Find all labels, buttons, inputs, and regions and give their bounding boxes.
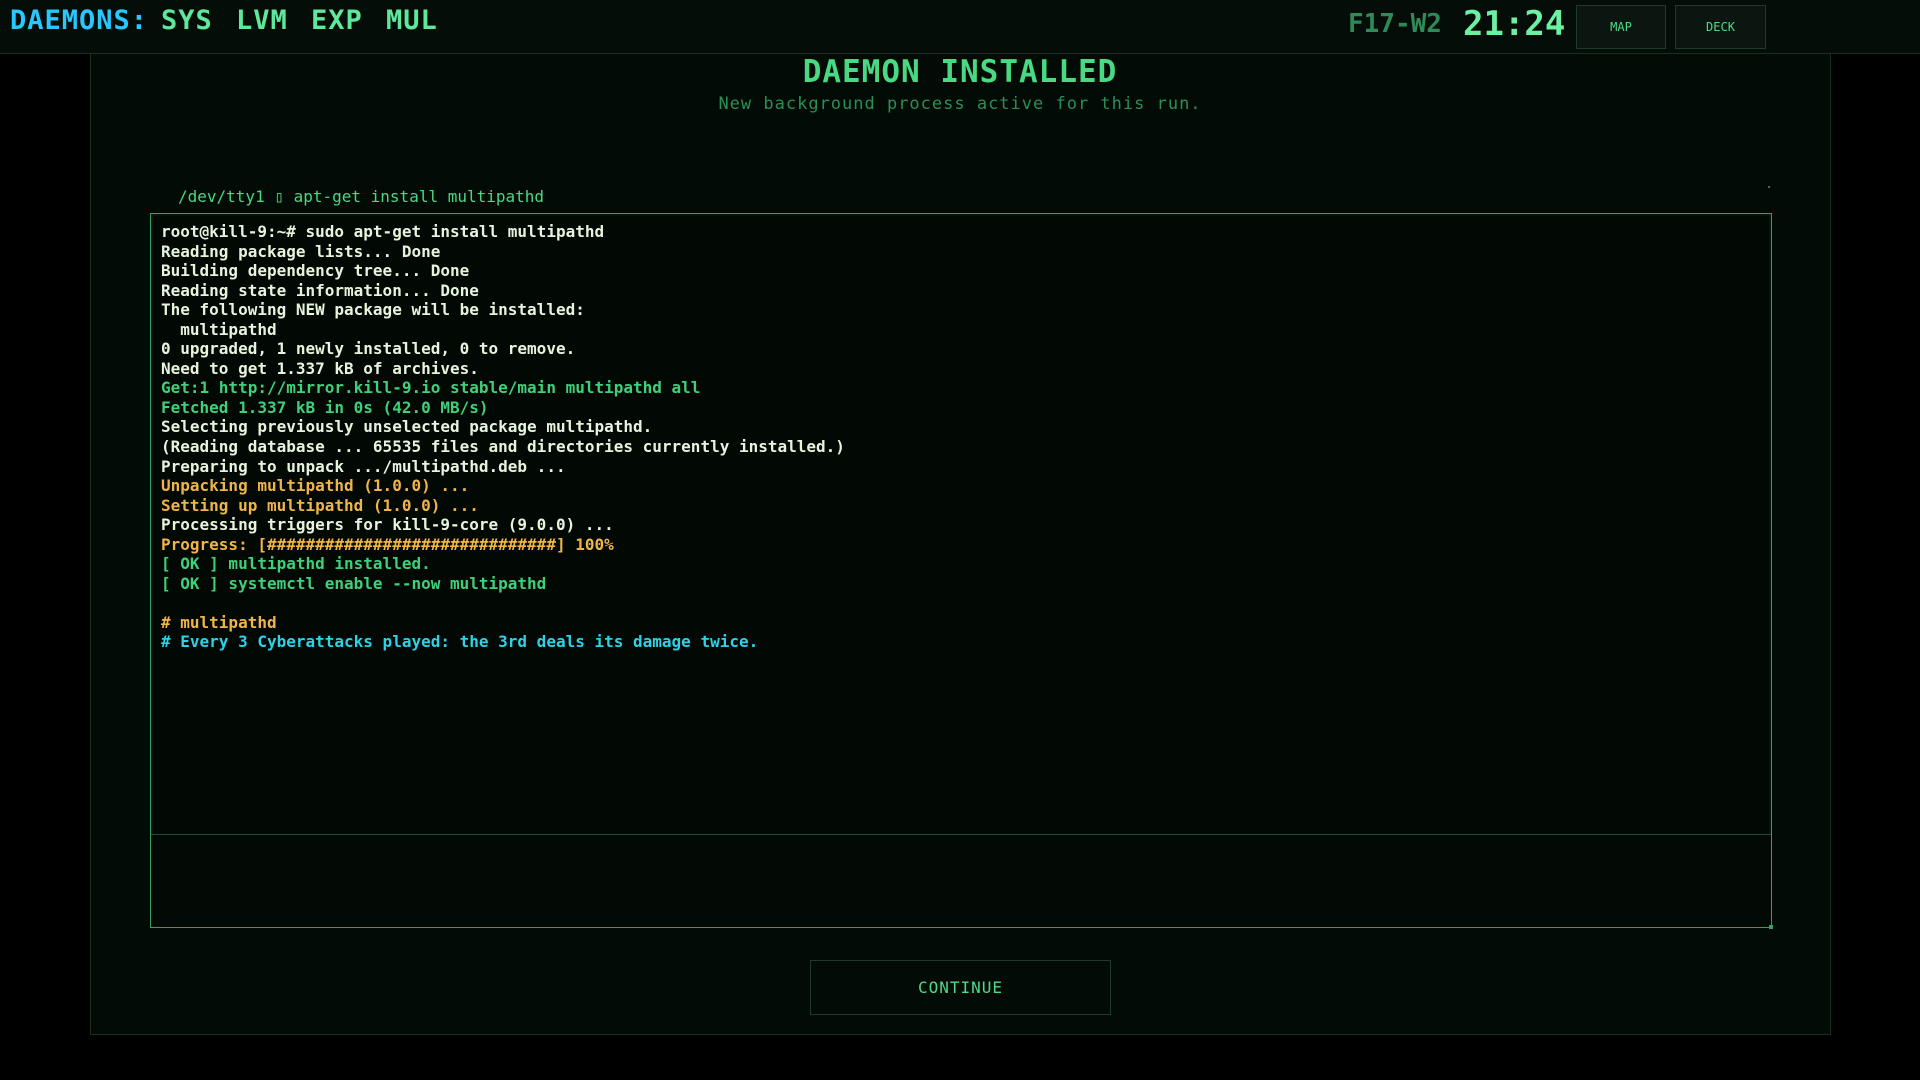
terminal-line: Fetched 1.337 kB in 0s (42.0 MB/s) bbox=[161, 397, 489, 417]
terminal-line: Get:1 http://mirror.kill-9.io stable/mai… bbox=[161, 378, 701, 398]
terminal-line: Processing triggers for kill-9-core (9.0… bbox=[161, 515, 614, 535]
terminal-line: Selecting previously unselected package … bbox=[161, 417, 653, 437]
terminal-line: Building dependency tree... Done bbox=[161, 261, 470, 281]
resize-handle-icon[interactable] bbox=[1769, 925, 1773, 929]
terminal-line: Reading package lists... Done bbox=[161, 241, 441, 261]
terminal-line: The following NEW package will be instal… bbox=[161, 300, 585, 320]
daemon-tag-mul[interactable]: MUL bbox=[386, 5, 438, 36]
floor-indicator: F17-W2 bbox=[1348, 9, 1442, 39]
terminal-line: Need to get 1.337 kB of archives. bbox=[161, 358, 479, 378]
terminal-line: root@kill-9:~# sudo apt-get install mult… bbox=[161, 222, 605, 241]
page-title: DAEMON INSTALLED bbox=[802, 54, 1118, 90]
daemon-tag-exp[interactable]: EXP bbox=[311, 5, 363, 36]
deck-button[interactable]: DECK bbox=[1675, 5, 1766, 49]
daemon-tag-lvm[interactable]: LVM bbox=[236, 5, 288, 36]
terminal-window: root@kill-9:~# sudo apt-get install mult… bbox=[150, 213, 1773, 929]
tty-corner-mark bbox=[1768, 186, 1770, 188]
page-subtitle: New background process active for this r… bbox=[718, 94, 1202, 114]
map-button[interactable]: MAP bbox=[1576, 5, 1666, 49]
continue-button[interactable]: CONTINUE bbox=[810, 960, 1111, 1015]
terminal-line: Preparing to unpack .../multipathd.deb .… bbox=[161, 456, 566, 476]
terminal-line: Setting up multipathd (1.0.0) ... bbox=[161, 495, 479, 515]
terminal-line: Reading state information... Done bbox=[161, 280, 479, 300]
terminal-input-area[interactable] bbox=[151, 835, 1771, 927]
terminal-line: 0 upgraded, 1 newly installed, 0 to remo… bbox=[161, 339, 576, 359]
top-bar: DAEMONS: SYS LVM EXP MUL F17-W2 21:24 MA… bbox=[0, 0, 1920, 54]
terminal-line: multipathd bbox=[161, 319, 277, 339]
daemons-label: DAEMONS: bbox=[10, 5, 149, 36]
terminal-line: # multipathd bbox=[161, 612, 277, 632]
clock: 21:24 bbox=[1463, 4, 1566, 44]
terminal-line: Unpacking multipathd (1.0.0) ... bbox=[161, 476, 470, 496]
terminal-output: root@kill-9:~# sudo apt-get install mult… bbox=[161, 222, 1761, 652]
terminal-line: [ OK ] multipathd installed. bbox=[161, 554, 431, 574]
terminal-line: Progress: [#############################… bbox=[161, 534, 614, 554]
terminal-line: [ OK ] systemctl enable --now multipathd bbox=[161, 573, 547, 593]
tty-label: /dev/tty1 ▯ apt-get install multipathd bbox=[178, 187, 545, 206]
terminal-line: (Reading database ... 65535 files and di… bbox=[161, 437, 845, 457]
daemon-tag-sys[interactable]: SYS bbox=[161, 5, 213, 36]
terminal-line: # Every 3 Cyberattacks played: the 3rd d… bbox=[161, 632, 759, 652]
